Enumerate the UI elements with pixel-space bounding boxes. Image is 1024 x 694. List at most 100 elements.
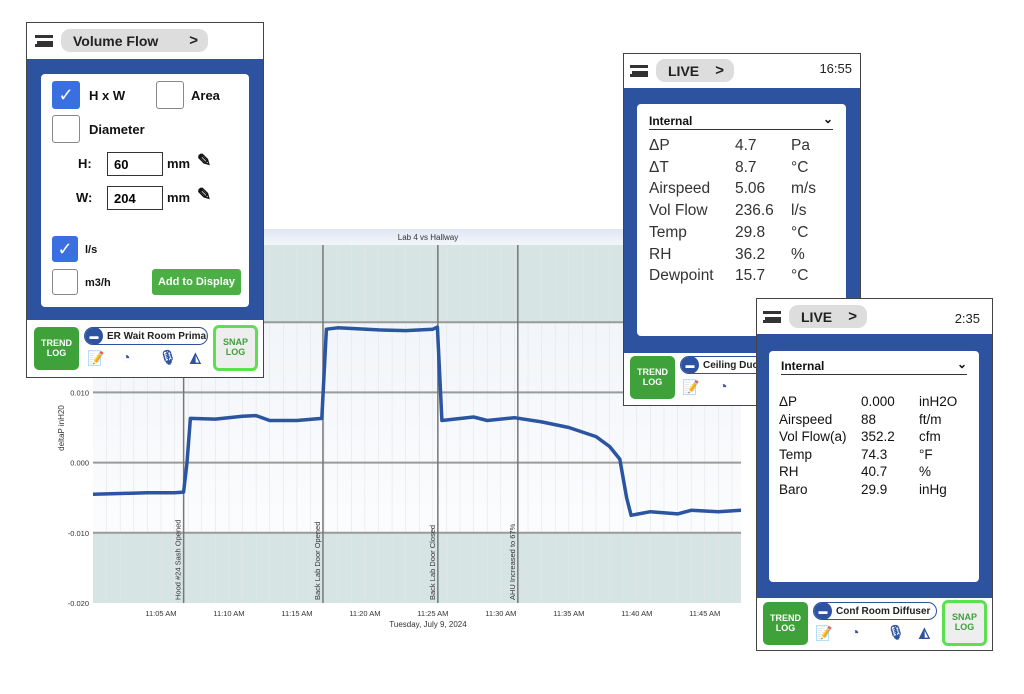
ls-label: l/s [85, 244, 98, 256]
reading-value: 40.7 [861, 464, 888, 480]
reading-value: 0.000 [861, 394, 895, 409]
chart-icon[interactable]: ◭ [919, 624, 930, 641]
diameter-label: Diameter [89, 122, 145, 137]
internal-section-header[interactable]: Internal ⌄ [649, 112, 833, 130]
event-label: AHU Increased to 67% [508, 523, 517, 600]
menu-icon[interactable] [763, 311, 781, 323]
chevron-down-icon: ⌄ [956, 357, 967, 371]
y-tick-label: -0.020 [68, 599, 89, 608]
clock-icon[interactable]: ◔ [719, 378, 727, 394]
event-label: Back Lab Door Closed [428, 525, 437, 600]
reading-unit: °F [919, 446, 933, 462]
reading-value: 352.2 [861, 429, 895, 445]
x-tick-label: 11:25 AM [417, 609, 448, 618]
add-to-display-button[interactable]: Add to Display [152, 269, 241, 295]
clipboard-icon[interactable]: 📝 [682, 379, 699, 396]
reading-name: Baro [779, 481, 808, 497]
reading-value: 36.2 [735, 245, 766, 263]
height-unit: mm [167, 156, 191, 171]
reading-row: Baro 29.9 inHg [779, 481, 969, 499]
reading-row: Airspeed 88 ft/m [779, 411, 969, 429]
menu-label: LIVE [801, 308, 833, 325]
event-label: Hood #24 Sash Opened [174, 520, 183, 600]
reading-row: ΔP 0.000 inH2O [779, 393, 969, 411]
reading-unit: m/s [791, 180, 816, 198]
menu-icon[interactable] [35, 35, 53, 47]
area-label: Area [191, 88, 220, 103]
reading-row: RH 40.7% [779, 463, 969, 481]
trend-log-button[interactable]: TREND LOG [630, 356, 675, 399]
location-selector[interactable]: ▬ Conf Room Diffuser [813, 602, 937, 620]
chevron-right-icon: > [189, 32, 198, 49]
snap-log-button[interactable]: SNAP LOG [213, 325, 258, 371]
width-unit: mm [167, 190, 191, 205]
folder-icon: ▬ [681, 357, 699, 373]
y-tick-label: -0.010 [68, 529, 89, 538]
reading-unit: °C [791, 223, 809, 241]
ls-checkbox[interactable]: ✓ [52, 236, 78, 262]
chart-icon[interactable]: ◭ [190, 349, 201, 366]
folder-icon: ▬ [85, 328, 103, 344]
reading-name: RH [649, 245, 672, 263]
location-label: ER Wait Room Primary [107, 330, 208, 342]
x-tick-label: 11:35 AM [553, 609, 584, 618]
reading-value: 29.8 [735, 223, 766, 241]
menu-selector[interactable]: Volume Flow > [61, 29, 208, 52]
menu-selector[interactable]: LIVE > [656, 59, 734, 82]
x-axis-label: Tuesday, July 9, 2024 [389, 620, 467, 629]
edit-height-pencil-icon[interactable]: ✎ [197, 151, 211, 171]
reading-row: ΔP 4.7 Pa [649, 135, 841, 157]
reading-unit: ft/m [919, 411, 942, 427]
width-input[interactable]: 204 [107, 186, 163, 210]
y-axis-label: deltaP inH20 [57, 405, 66, 451]
reading-unit: cfm [919, 429, 941, 445]
clock-icon[interactable]: ◔ [851, 624, 859, 640]
height-input[interactable]: 60 [107, 152, 163, 176]
live-panel-imperial: LIVE > 2:35 Internal ⌄ ΔP 0.000 inH2O Airspee… [756, 298, 993, 651]
reading-row: RH 36.2% [649, 244, 841, 266]
content-area: Internal ⌄ ΔP 0.000 inH2O Airspeed 88 ft/m Vol … [757, 334, 992, 598]
reading-row: Vol Flow 236.6 l/s [649, 200, 841, 222]
menu-icon[interactable] [630, 65, 648, 77]
diameter-checkbox[interactable] [52, 115, 80, 143]
reading-name: Vol Flow(a) [779, 429, 847, 445]
menu-label: Volume Flow [73, 32, 159, 49]
section-label: Internal [649, 114, 693, 128]
reading-row: Dewpoint 15.7 °C [649, 265, 841, 287]
reading-row: ΔT 8.7 °C [649, 157, 841, 179]
clock-icon[interactable]: ◔ [122, 349, 130, 365]
clipboard-icon[interactable]: 📝 [815, 625, 832, 642]
hxw-checkbox[interactable]: ✓ [52, 81, 80, 109]
reading-unit: % [791, 245, 805, 263]
reading-unit: % [919, 464, 932, 480]
microphone-icon[interactable]: 🎙 [159, 349, 177, 366]
event-label: Back Lab Door Opened [313, 522, 322, 600]
reading-name: Temp [649, 223, 687, 241]
reading-value: 5.06 [735, 180, 766, 198]
clipboard-icon[interactable]: 📝 [87, 350, 104, 367]
reading-name: Airspeed [649, 180, 711, 198]
chevron-down-icon: ⌄ [822, 112, 833, 126]
x-tick-label: 11:20 AM [349, 609, 380, 618]
location-label: Conf Room Diffuser [836, 605, 931, 617]
folder-icon: ▬ [814, 603, 832, 619]
snap-log-button[interactable]: SNAP LOG [942, 600, 987, 646]
shaded-band [93, 532, 741, 603]
x-tick-label: 11:30 AM [485, 609, 516, 618]
x-tick-label: 11:15 AM [281, 609, 312, 618]
trend-log-button[interactable]: TREND LOG [763, 602, 808, 645]
x-tick-label: 11:40 AM [621, 609, 652, 618]
m3h-checkbox[interactable] [52, 269, 78, 295]
reading-value: 4.7 [735, 137, 757, 154]
internal-section-header[interactable]: Internal ⌄ [781, 357, 967, 375]
area-checkbox[interactable] [156, 81, 184, 109]
reading-name: Vol Flow [649, 202, 708, 220]
x-tick-label: 11:10 AM [213, 609, 244, 618]
location-selector[interactable]: ▬ ER Wait Room Primary [84, 327, 208, 345]
y-tick-label: 0.000 [70, 459, 89, 468]
trend-log-button[interactable]: TREND LOG [34, 327, 79, 370]
microphone-icon[interactable]: 🎙 [887, 624, 905, 641]
edit-width-pencil-icon[interactable]: ✎ [197, 185, 211, 205]
menu-selector[interactable]: LIVE > [789, 305, 867, 328]
chart-title: Lab 4 vs Hallway [398, 233, 458, 242]
